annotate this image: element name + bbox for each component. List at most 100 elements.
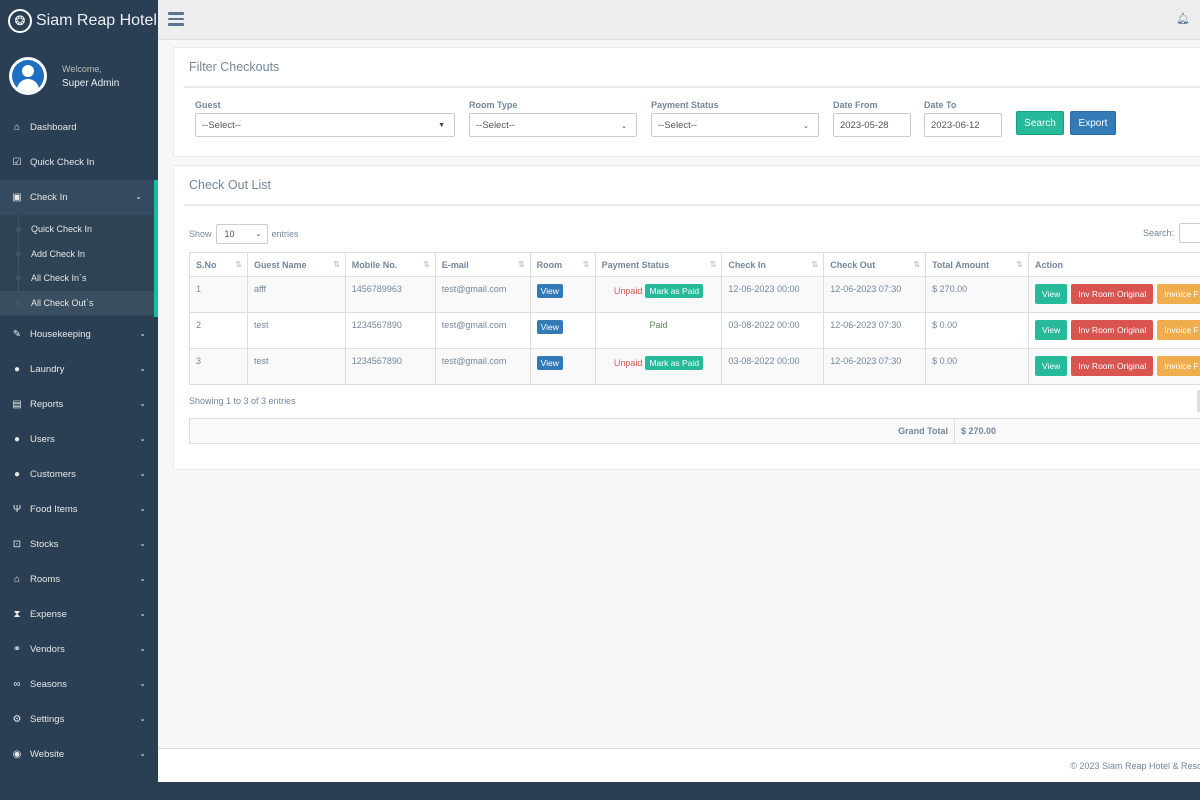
invoice-button[interactable]: Invoice F (1157, 320, 1200, 340)
welcome-block: Welcome, Super Admin (62, 64, 119, 89)
room-view-button[interactable]: View (536, 284, 563, 298)
search-button[interactable]: Search (1016, 111, 1064, 135)
cell-room: View (529, 312, 596, 349)
inv-room-original-button[interactable]: Inv Room Original (1071, 356, 1154, 376)
invoice-button[interactable]: Invoice F (1157, 356, 1200, 376)
chevron-down-icon: ⌄ (139, 469, 146, 478)
submenu-item[interactable]: All Check Out`s (0, 290, 154, 315)
sidebar-item-reports[interactable]: ▤ Reports ⌄ (0, 387, 158, 422)
sidebar-item-expense[interactable]: ⧗ Expense ⌄ (0, 597, 158, 632)
chevron-down-icon: ⌄ (139, 644, 146, 653)
chevron-down-icon: ⌄ (139, 329, 146, 338)
chevron-down-icon: ⌄ (139, 364, 146, 373)
profile: Welcome, Super Admin (0, 42, 158, 110)
column-header[interactable]: Payment Status ⇅ (594, 252, 723, 277)
welcome-text: Welcome, (62, 63, 102, 74)
brand-title: Siam Reap Hotel (36, 11, 157, 29)
entries-label: entries (271, 229, 299, 239)
sidebar-item-label: Seasons (30, 679, 67, 690)
column-header[interactable]: Guest Name ⇅ (246, 252, 346, 277)
payment-status-select[interactable]: --Select-- ⌄ (651, 113, 819, 137)
entries-select[interactable]: 10 ⌄ (215, 224, 268, 244)
mark-as-paid-button[interactable]: Mark as Paid (645, 284, 704, 298)
sidebar-item-label: Customers (30, 469, 76, 480)
entries-length-control: Show 10 ⌄ entries (189, 224, 299, 244)
sidebar-item-vendors[interactable]: ⚭ Vendors ⌄ (0, 632, 158, 667)
room-view-button[interactable]: View (536, 320, 563, 334)
column-header-label: S.No (196, 259, 217, 270)
export-button[interactable]: Export (1070, 111, 1116, 135)
inv-room-original-button[interactable]: Inv Room Original (1071, 284, 1154, 304)
column-header[interactable]: Check Out ⇅ (823, 252, 927, 277)
column-header[interactable]: E-mail ⇅ (434, 252, 531, 277)
sidebar-item-quick-check-in[interactable]: ☑ Quick Check In (0, 145, 158, 180)
sidebar-item-label: Check In (30, 192, 68, 203)
sidebar-item-dashboard[interactable]: ⌂ Dashboard (0, 110, 158, 145)
invoice-button[interactable]: Invoice F (1157, 284, 1200, 304)
column-header[interactable]: Total Amount ⇅ (925, 252, 1029, 277)
sidebar-item-housekeeping[interactable]: ✎ Housekeeping ⌄ (0, 317, 158, 352)
money-icon: ▣ (12, 192, 22, 203)
guest-select[interactable]: --Select-- ▼ (195, 113, 455, 137)
inv-room-original-button[interactable]: Inv Room Original (1071, 320, 1154, 340)
sidebar-item-customers[interactable]: ● Customers ⌄ (0, 457, 158, 492)
sidebar-item-label: Laundry (30, 364, 65, 375)
sidebar-item-check-in[interactable]: ▣ Check In ⌄ (0, 180, 158, 215)
table-search-input[interactable] (1179, 223, 1200, 243)
sidebar-item-rooms[interactable]: ⌂ Rooms ⌄ (0, 562, 158, 597)
checkout-list-title: Check Out List (184, 166, 1200, 206)
sidebar-item-food-items[interactable]: Ψ Food Items ⌄ (0, 492, 158, 527)
view-button[interactable]: View (1034, 356, 1068, 376)
cell-amount: $ 0.00 (925, 348, 1029, 385)
submenu-item[interactable]: Quick Check In (0, 217, 154, 242)
sidebar-item-laundry[interactable]: ● Laundry ⌄ (0, 352, 158, 387)
payment-status-text: Paid (649, 320, 668, 330)
sidebar-menu: ⌂ Dashboard ☑ Quick Check In ▣ Check In ⌄ Quick… (0, 110, 158, 772)
submenu-item[interactable]: All Check In`s (0, 266, 154, 291)
grand-total-row: Grand Total $ 270.00 (189, 418, 1200, 444)
table-row: 1 afff 1456789963 test@gmail.com View Unpaid M… (189, 276, 1200, 313)
room-view-button[interactable]: View (536, 356, 563, 370)
bell-icon[interactable]: 🔔︎ (1176, 12, 1190, 25)
sidebar-item-settings[interactable]: ⚙ Settings ⌄ (0, 702, 158, 737)
column-header[interactable]: Check In ⇅ (721, 252, 825, 277)
date-to-input[interactable]: 2023-06-12 (924, 113, 1002, 137)
sort-icon: ⇅ (235, 260, 242, 269)
drop-icon: ● (13, 364, 21, 375)
sidebar-item-stocks[interactable]: ⊡ Stocks ⌄ (0, 527, 158, 562)
sidebar-item-label: Users (30, 434, 55, 445)
avatar[interactable] (9, 57, 47, 95)
chevron-down-icon: ⌄ (621, 123, 627, 130)
sidebar-item-seasons[interactable]: ∞ Seasons ⌄ (0, 667, 158, 702)
column-header[interactable]: Room ⇅ (529, 252, 596, 277)
mark-as-paid-button[interactable]: Mark as Paid (645, 356, 704, 370)
brand[interactable]: ❂ Siam Reap Hotel (0, 0, 158, 42)
cell-email: test@gmail.com (434, 276, 531, 313)
sidebar-item-users[interactable]: ● Users ⌄ (0, 422, 158, 457)
cell-room: View (529, 348, 596, 385)
room-type-select[interactable]: --Select-- ⌄ (469, 113, 637, 137)
sidebar-item-label: Vendors (30, 644, 65, 655)
menu-toggle-icon[interactable] (168, 12, 184, 26)
submenu-item[interactable]: Add Check In (0, 242, 154, 267)
globe-icon: ◉ (12, 749, 22, 760)
date-from-input[interactable]: 2023-05-28 (833, 113, 911, 137)
grand-total-label: Grand Total (190, 419, 955, 443)
cell-check-in: 03-08-2022 00:00 (721, 312, 825, 349)
table-row: 2 test 1234567890 test@gmail.com View Paid 03-… (189, 312, 1200, 349)
sidebar-item-website[interactable]: ◉ Website ⌄ (0, 737, 158, 772)
view-button[interactable]: View (1034, 320, 1068, 340)
column-header[interactable]: S.No ⇅ (189, 252, 248, 277)
show-label: Show (189, 229, 212, 239)
sort-icon: ⇅ (517, 260, 525, 269)
chevron-down-icon: ⌄ (135, 192, 142, 201)
table-search-label: Search: (1142, 228, 1174, 238)
payment-status-label: Payment Status (651, 100, 719, 110)
payment-status-field: Payment Status --Select-- ⌄ (651, 100, 819, 137)
view-button[interactable]: View (1034, 284, 1068, 304)
main-content: Filter Checkouts Guest --Select-- ▼ Room… (158, 40, 1200, 748)
sidebar-item-label: Expense (30, 609, 67, 620)
column-header[interactable]: Mobile No. ⇅ (344, 252, 436, 277)
cell-payment-status: Unpaid Mark as Paid (594, 348, 723, 385)
column-header-label: Check In (728, 259, 766, 270)
